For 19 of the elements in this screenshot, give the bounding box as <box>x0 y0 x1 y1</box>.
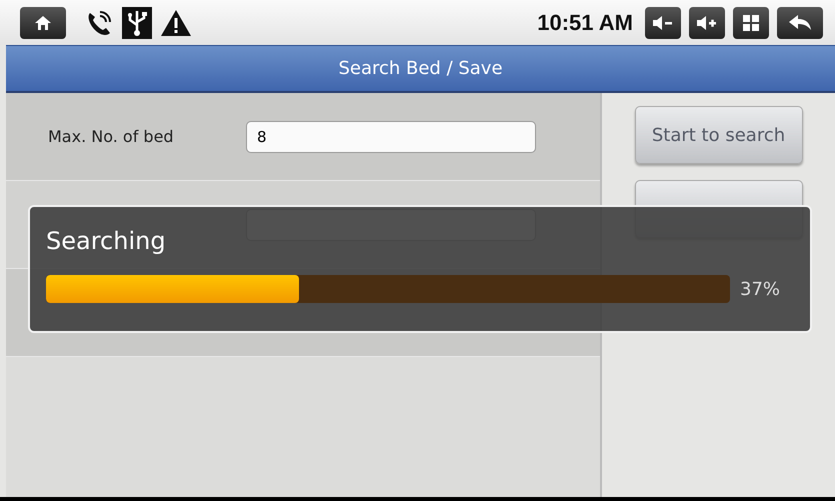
progress-percent: 37% <box>740 278 780 300</box>
dialog-title: Searching <box>46 227 167 255</box>
grid-icon <box>742 14 760 32</box>
speaker-minus-icon <box>652 14 674 30</box>
field-label: Max. No. of bed <box>48 127 175 146</box>
warning-icon <box>160 8 192 36</box>
volume-down-button[interactable] <box>645 6 681 38</box>
back-arrow-icon <box>788 14 812 32</box>
volume-up-button[interactable] <box>689 6 725 38</box>
apps-button[interactable] <box>733 6 769 38</box>
home-button[interactable] <box>20 6 66 38</box>
speaker-plus-icon <box>696 14 718 30</box>
clock-time: 10:51 AM <box>537 10 633 36</box>
action-button[interactable]: Start to search <box>634 106 802 164</box>
usb-icon <box>122 6 152 38</box>
window-title: Search Bed / Save <box>338 58 503 79</box>
input-field[interactable]: 8 <box>246 120 536 152</box>
home-icon <box>34 14 52 30</box>
back-button[interactable] <box>777 6 823 38</box>
